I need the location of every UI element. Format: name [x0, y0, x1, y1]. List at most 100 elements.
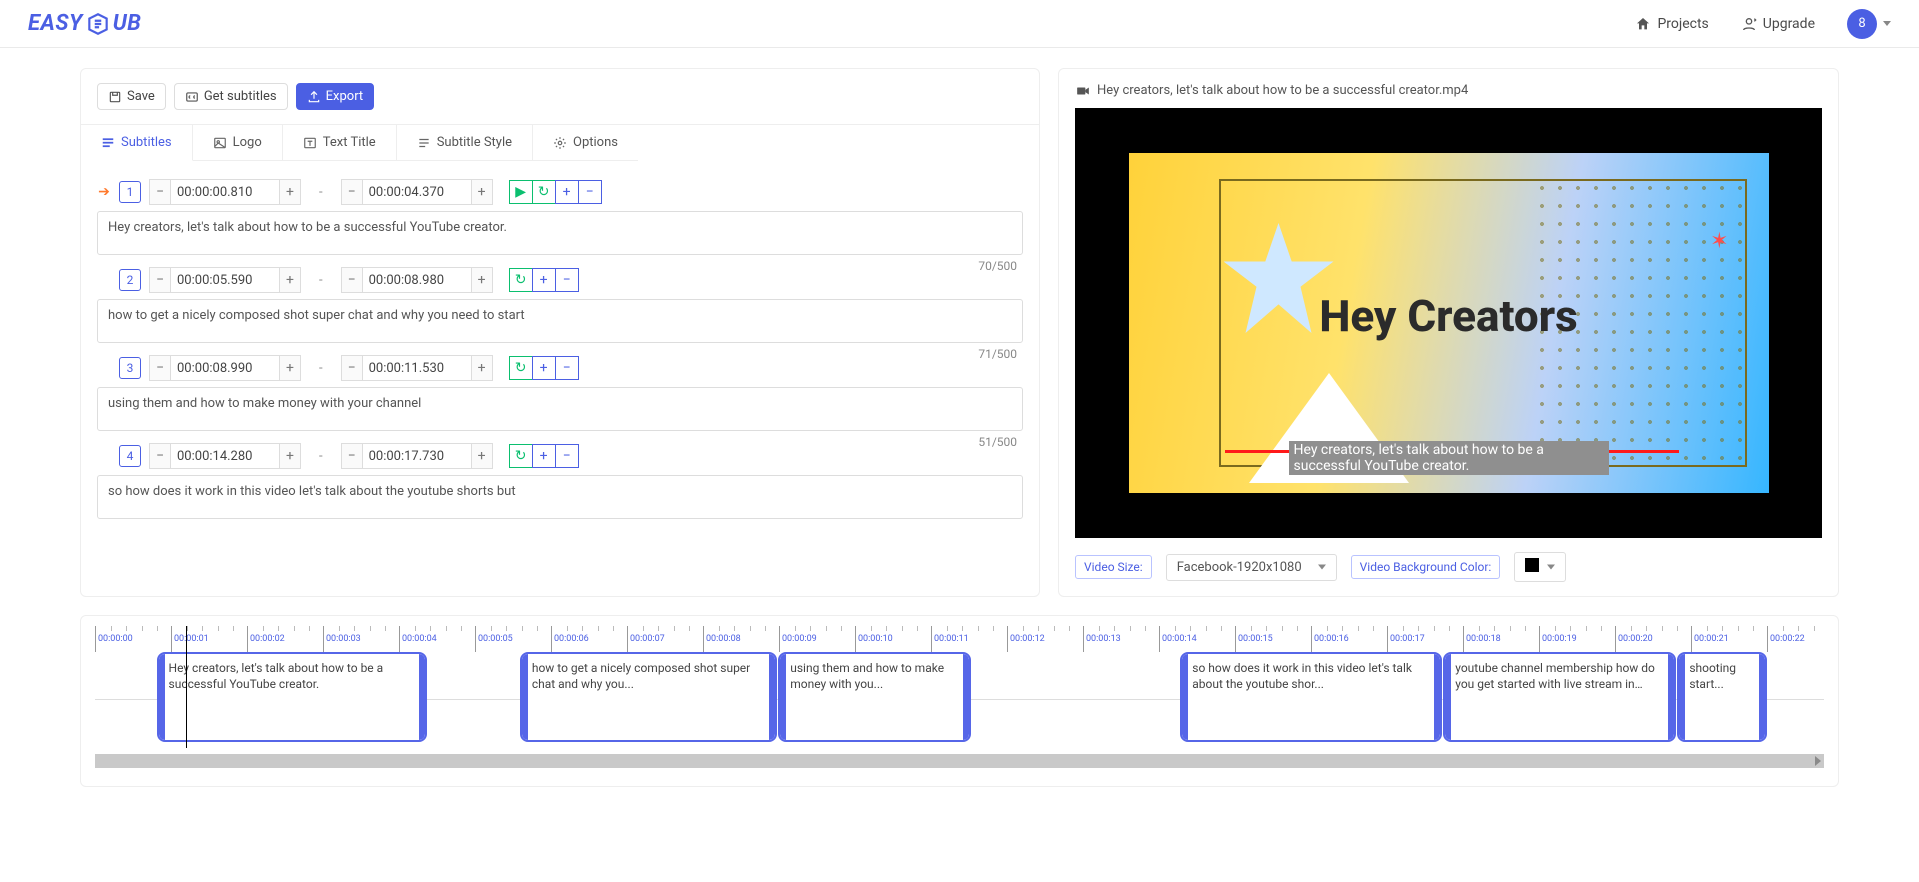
logo-text-right: UB: [113, 11, 142, 36]
ruler-tick: 00:00:05: [475, 626, 551, 652]
ruler-tick: 00:00:06: [551, 626, 627, 652]
timeline-clip[interactable]: so how does it work in this video let's …: [1180, 652, 1442, 742]
time-increase[interactable]: +: [279, 179, 301, 205]
time-separator: -: [319, 273, 323, 288]
timeline-ruler[interactable]: 00:00:0000:00:0100:00:0200:00:0300:00:04…: [95, 626, 1824, 652]
add-button[interactable]: +: [532, 356, 556, 380]
delete-button[interactable]: −: [555, 356, 579, 380]
get-subtitles-button[interactable]: Get subtitles: [174, 83, 288, 110]
timeline-clip[interactable]: Hey creators, let's talk about how to be…: [157, 652, 428, 742]
time-increase[interactable]: +: [471, 179, 493, 205]
start-time-input[interactable]: [171, 443, 279, 469]
time-increase[interactable]: +: [279, 355, 301, 381]
loop-button[interactable]: ↻: [532, 180, 556, 204]
video-bg-select[interactable]: [1514, 552, 1566, 582]
row-actions: ↻+−: [509, 268, 579, 292]
logo[interactable]: EASY UB: [28, 11, 141, 37]
row-index[interactable]: 2: [119, 269, 141, 291]
time-decrease[interactable]: −: [341, 267, 363, 293]
start-time-input[interactable]: [171, 355, 279, 381]
loop-button[interactable]: ↻: [509, 444, 533, 468]
end-time-input[interactable]: [363, 443, 471, 469]
avatar-letter: 8: [1858, 16, 1865, 31]
timeline-clip[interactable]: youtube channel membership how do you ge…: [1443, 652, 1676, 742]
subtitle-row: 3−+-−+↻+−using them and how to make mone…: [97, 355, 1023, 435]
file-name: Hey creators, let's talk about how to be…: [1097, 83, 1468, 98]
nav-upgrade[interactable]: Upgrade: [1741, 16, 1815, 32]
add-button[interactable]: +: [532, 444, 556, 468]
timeline-clip[interactable]: shooting start...: [1677, 652, 1767, 742]
end-time: −+: [341, 443, 493, 469]
tab-text-title[interactable]: Text Title: [283, 125, 397, 161]
video-size-value: Facebook-1920x1080: [1177, 560, 1302, 575]
video-size-label: Video Size:: [1075, 555, 1152, 579]
start-time-input[interactable]: [171, 267, 279, 293]
time-separator: -: [319, 449, 323, 464]
video-size-select[interactable]: Facebook-1920x1080: [1166, 554, 1337, 581]
time-increase[interactable]: +: [279, 443, 301, 469]
tab-options[interactable]: Options: [533, 125, 638, 161]
save-label: Save: [127, 89, 155, 104]
export-button[interactable]: Export: [296, 83, 375, 110]
add-button[interactable]: +: [532, 268, 556, 292]
ruler-tick: 00:00:15: [1235, 626, 1311, 652]
tab-text-title-label: Text Title: [323, 135, 376, 150]
tab-subtitle-style[interactable]: Subtitle Style: [397, 125, 533, 161]
end-time-input[interactable]: [363, 267, 471, 293]
timeline-clip[interactable]: how to get a nicely composed shot super …: [520, 652, 778, 742]
cc-icon: [185, 90, 199, 104]
subtitle-text-input[interactable]: how to get a nicely composed shot super …: [97, 299, 1023, 343]
subtitle-text-input[interactable]: so how does it work in this video let's …: [97, 475, 1023, 519]
play-button[interactable]: ▶: [509, 180, 533, 204]
subtitle-text-input[interactable]: using them and how to make money with yo…: [97, 387, 1023, 431]
time-increase[interactable]: +: [279, 267, 301, 293]
time-decrease[interactable]: −: [341, 179, 363, 205]
ruler-tick: 00:00:10: [855, 626, 931, 652]
ruler-tick: 00:00:04: [399, 626, 475, 652]
end-time-input[interactable]: [363, 355, 471, 381]
get-subtitles-label: Get subtitles: [204, 89, 277, 104]
time-decrease[interactable]: −: [149, 443, 171, 469]
time-separator: -: [319, 361, 323, 376]
start-time: −+: [149, 267, 301, 293]
loop-button[interactable]: ↻: [509, 356, 533, 380]
subtitle-row: 4−+-−+↻+−so how does it work in this vid…: [97, 443, 1023, 523]
loop-button[interactable]: ↻: [509, 268, 533, 292]
subtitle-text-input[interactable]: Hey creators, let's talk about how to be…: [97, 211, 1023, 255]
end-time: −+: [341, 267, 493, 293]
delete-button[interactable]: −: [578, 180, 602, 204]
video-player[interactable]: ✶ Hey Creators Hey creators, let's talk …: [1075, 108, 1822, 538]
time-decrease[interactable]: −: [341, 443, 363, 469]
start-time-input[interactable]: [171, 179, 279, 205]
time-increase[interactable]: +: [471, 443, 493, 469]
row-index[interactable]: 3: [119, 357, 141, 379]
row-index[interactable]: 4: [119, 445, 141, 467]
timeline-scrollbar[interactable]: [95, 754, 1824, 768]
editor-tabs: Subtitles Logo Text Title Subtitle Style…: [81, 124, 1039, 161]
tab-logo[interactable]: Logo: [193, 125, 283, 161]
time-increase[interactable]: +: [471, 355, 493, 381]
row-index[interactable]: 1: [119, 181, 141, 203]
chevron-down-icon[interactable]: [1883, 21, 1891, 26]
time-decrease[interactable]: −: [149, 355, 171, 381]
delete-button[interactable]: −: [555, 444, 579, 468]
list-icon: [101, 136, 115, 150]
nav-projects[interactable]: Projects: [1635, 16, 1708, 32]
end-time-input[interactable]: [363, 179, 471, 205]
timeline-clips[interactable]: Hey creators, let's talk about how to be…: [95, 652, 1824, 746]
time-increase[interactable]: +: [471, 267, 493, 293]
subtitle-list[interactable]: ➔1−+-−+▶↻+−Hey creators, let's talk abou…: [81, 161, 1039, 561]
start-time: −+: [149, 179, 301, 205]
timeline-clip[interactable]: using them and how to make money with yo…: [778, 652, 971, 742]
home-icon: [1635, 16, 1651, 32]
ruler-tick: 00:00:16: [1311, 626, 1387, 652]
user-avatar[interactable]: 8: [1847, 9, 1877, 39]
time-decrease[interactable]: −: [149, 267, 171, 293]
playhead[interactable]: [186, 626, 187, 748]
time-decrease[interactable]: −: [149, 179, 171, 205]
time-decrease[interactable]: −: [341, 355, 363, 381]
add-button[interactable]: +: [555, 180, 579, 204]
save-button[interactable]: Save: [97, 83, 166, 110]
delete-button[interactable]: −: [555, 268, 579, 292]
tab-subtitles[interactable]: Subtitles: [81, 125, 193, 161]
